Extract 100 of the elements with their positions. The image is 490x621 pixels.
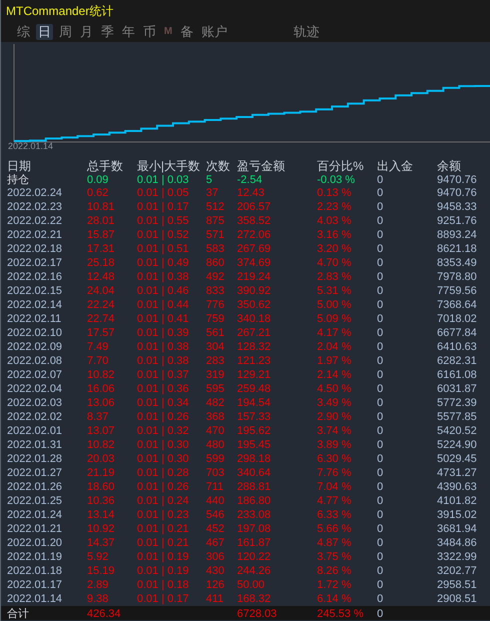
tab[interactable]: 日 (36, 24, 53, 40)
balance-cell-text: 9251.76 (437, 215, 478, 227)
lot-range-cell-text: 0.01 | 0.44 (137, 299, 190, 311)
date-cell-text: 2022.01.14 (7, 593, 64, 605)
percent-cell-text: 1.72 % (317, 579, 352, 591)
date-cell-text: 2022.02.16 (7, 271, 64, 283)
deposit-cell-text: 0 (377, 523, 384, 535)
profit-cell-text: 374.69 (237, 257, 272, 269)
profit-cell-text: 197.08 (237, 523, 272, 535)
percent-cell-text: 245.53 % (317, 608, 364, 620)
balance-cell-text: 8353.49 (437, 257, 478, 269)
profit-cell-text: 120.22 (237, 551, 272, 563)
deposit-cell-text: 0 (377, 285, 384, 297)
column-header: 最小|大手数 (137, 158, 202, 175)
date-cell-text: 2022.02.11 (7, 313, 62, 325)
percent-cell-text: 0.13 % (317, 187, 352, 199)
deposit-cell-text: 0 (377, 243, 384, 255)
profit-cell-text: 195.62 (237, 425, 272, 437)
lots-cell-text: 22.74 (87, 313, 116, 325)
window-title: MTCommander统计 (6, 2, 114, 20)
lot-range-cell-text: 0.01 | 0.41 (137, 313, 190, 325)
lots-cell-text: 0.62 (87, 187, 110, 199)
tab[interactable]: 年 (120, 24, 137, 40)
column-header: 出入金 (377, 158, 414, 175)
deposit-cell-text: 0 (377, 481, 384, 493)
lot-range-cell-text: 0.01 | 0.55 (137, 215, 190, 227)
deposit-cell-text: 0 (377, 369, 384, 381)
tab[interactable]: 币 (141, 24, 158, 40)
balance-cell-text: 5224.90 (437, 439, 478, 451)
date-cell-text: 2022.02.24 (7, 187, 64, 199)
balance-cell-text: 4101.82 (437, 495, 478, 507)
lots-cell-text: 8.37 (87, 411, 110, 423)
profit-cell-text: 161.87 (237, 537, 272, 549)
lot-range-cell-text: 0.01 | 0.36 (137, 383, 190, 395)
date-cell-text: 2022.02.08 (7, 355, 64, 367)
tab[interactable]: 轨迹 (291, 24, 322, 40)
date-cell-text: 2022.01.21 (7, 523, 64, 535)
lots-cell-text: 10.92 (87, 523, 116, 535)
tab[interactable]: 月 (78, 24, 95, 40)
balance-cell-text: 3202.77 (437, 565, 478, 577)
lot-range-cell-text: 0.01 | 0.30 (137, 439, 190, 451)
balance-cell-text: 2908.51 (437, 593, 478, 605)
tab[interactable]: 综 (15, 24, 32, 40)
deposit-cell-text: 0 (377, 537, 384, 549)
deposit-cell-text: 0 (377, 215, 384, 227)
percent-cell-text: 4.87 % (317, 537, 352, 549)
lots-cell-text: 5.92 (87, 551, 110, 563)
deposit-cell-text: 0 (377, 579, 384, 591)
lots-cell-text: 24.04 (87, 285, 116, 297)
lots-cell-text: 7.70 (87, 355, 110, 367)
percent-cell-text: 5.31 % (317, 285, 352, 297)
tab[interactable]: 季 (99, 24, 116, 40)
lot-range-cell-text: 0.01 | 0.26 (137, 411, 190, 423)
count-cell-text: 482 (206, 397, 226, 409)
deposit-cell-text: 0 (377, 593, 384, 605)
lot-range-cell-text: 0.01 | 0.52 (137, 229, 190, 241)
profit-cell-text: 340.18 (237, 313, 272, 325)
percent-cell-text: 5.09 % (317, 313, 352, 325)
deposit-cell-text: 0 (377, 201, 384, 213)
balance-cell-text: 6677.84 (437, 327, 478, 339)
lot-range-cell-text: 0.01 | 0.38 (137, 341, 190, 353)
deposit-cell-text: 0 (377, 341, 384, 353)
date-cell-text: 2022.01.20 (7, 537, 64, 549)
tab[interactable]: 周 (57, 24, 74, 40)
date-cell-text: 2022.01.25 (7, 495, 64, 507)
percent-cell-text: 3.89 % (317, 439, 352, 451)
deposit-cell-text: 0 (377, 355, 384, 367)
profit-cell-text: 358.52 (237, 215, 272, 227)
lots-cell-text: 22.24 (87, 299, 116, 311)
balance-cell-text: 7018.02 (437, 313, 478, 325)
lots-cell-text: 10.81 (87, 201, 116, 213)
percent-cell-text: 4.70 % (317, 257, 352, 269)
lots-cell-text: 10.82 (87, 439, 116, 451)
date-cell-text: 2022.01.24 (7, 509, 64, 521)
balance-cell-text: 5577.85 (437, 411, 478, 423)
percent-cell-text: 2.90 % (317, 411, 352, 423)
count-cell-text: 492 (206, 271, 226, 283)
profit-cell-text: 267.69 (237, 243, 272, 255)
date-cell-text: 2022.02.01 (7, 425, 64, 437)
percent-cell-text: 2.14 % (317, 369, 352, 381)
profit-cell-text: 267.21 (237, 327, 272, 339)
date-cell-text: 2022.01.28 (7, 453, 64, 465)
lot-range-cell-text: 0.01 | 0.32 (137, 425, 190, 437)
profit-cell-text: 129.21 (237, 369, 272, 381)
tab[interactable]: M (162, 24, 174, 40)
profit-cell-text: 206.57 (237, 201, 272, 213)
lot-range-cell-text: 0.01 | 0.03 (137, 174, 190, 186)
percent-cell-text: 5.00 % (317, 299, 352, 311)
count-cell-text: 512 (206, 201, 226, 213)
tab[interactable]: 账户 (199, 24, 230, 40)
column-header: 余额 (437, 158, 462, 175)
balance-cell-text: 7368.64 (437, 299, 478, 311)
date-cell-text: 2022.02.09 (7, 341, 64, 353)
percent-cell-text: 4.17 % (317, 327, 352, 339)
deposit-cell-text: 0 (377, 425, 384, 437)
profit-cell-text: 272.06 (237, 229, 272, 241)
tab[interactable]: 备 (178, 24, 196, 40)
count-cell-text: 776 (206, 299, 226, 311)
profit-cell-text: 50.00 (237, 579, 266, 591)
percent-cell-text: 3.75 % (317, 551, 352, 563)
